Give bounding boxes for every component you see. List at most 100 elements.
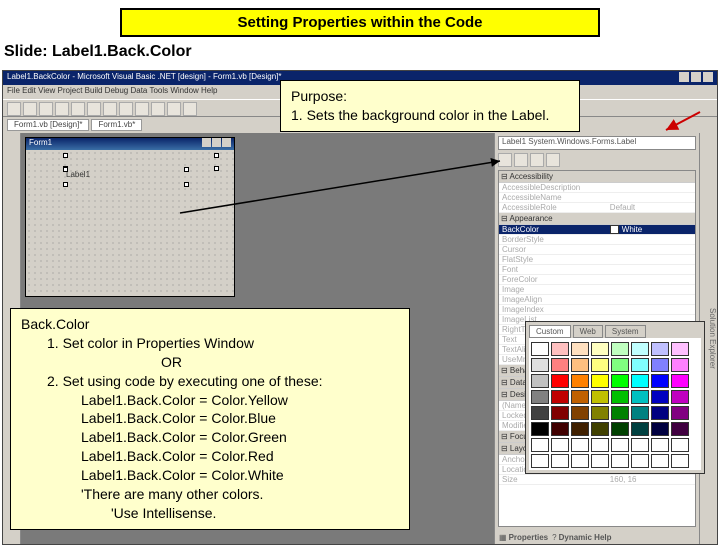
color-swatch[interactable] xyxy=(531,342,549,356)
color-swatch[interactable] xyxy=(531,438,549,452)
color-swatch[interactable] xyxy=(531,374,549,388)
property-row[interactable]: ImageIndex xyxy=(499,305,695,315)
color-swatch[interactable] xyxy=(671,358,689,372)
property-category[interactable]: ⊟ Accessibility xyxy=(499,171,695,183)
property-row[interactable]: Font xyxy=(499,265,695,275)
property-row[interactable]: BorderStyle xyxy=(499,235,695,245)
color-swatch[interactable] xyxy=(611,374,629,388)
purpose-callout: Purpose: 1. Sets the background color in… xyxy=(280,80,580,132)
color-swatch[interactable] xyxy=(591,454,609,468)
color-swatch[interactable] xyxy=(591,438,609,452)
color-swatch[interactable] xyxy=(671,422,689,436)
color-swatch[interactable] xyxy=(651,422,669,436)
properties-view-icons[interactable] xyxy=(495,153,699,170)
tab-design[interactable]: Form1.vb [Design]* xyxy=(7,119,89,131)
properties-object-selector[interactable]: Label1 System.Windows.Forms.Label xyxy=(498,136,696,150)
color-swatch[interactable] xyxy=(631,358,649,372)
color-swatch[interactable] xyxy=(591,342,609,356)
color-tab-web[interactable]: Web xyxy=(573,325,603,338)
color-swatch[interactable] xyxy=(531,358,549,372)
color-swatch[interactable] xyxy=(531,454,549,468)
property-row[interactable]: Size160, 16 xyxy=(499,475,695,485)
color-picker-dropdown[interactable]: Custom Web System xyxy=(525,321,705,474)
property-row[interactable]: AccessibleName xyxy=(499,193,695,203)
color-swatch[interactable] xyxy=(671,390,689,404)
color-swatch[interactable] xyxy=(611,406,629,420)
events-icon[interactable] xyxy=(546,153,560,167)
color-swatch[interactable] xyxy=(551,374,569,388)
color-swatch[interactable] xyxy=(551,342,569,356)
property-row[interactable]: BackColorWhite xyxy=(499,225,695,235)
color-swatch[interactable] xyxy=(611,342,629,356)
color-swatch[interactable] xyxy=(551,406,569,420)
color-swatch[interactable] xyxy=(651,342,669,356)
color-swatch[interactable] xyxy=(571,374,589,388)
property-category[interactable]: ⊟ Appearance xyxy=(499,213,695,225)
color-swatch[interactable] xyxy=(611,454,629,468)
color-swatch[interactable] xyxy=(551,454,569,468)
color-swatch[interactable] xyxy=(551,390,569,404)
tab-code[interactable]: Form1.vb* xyxy=(91,119,142,131)
color-swatch[interactable] xyxy=(531,390,549,404)
color-swatch[interactable] xyxy=(651,390,669,404)
color-swatch[interactable] xyxy=(571,454,589,468)
color-swatch[interactable] xyxy=(571,358,589,372)
color-swatch[interactable] xyxy=(531,406,549,420)
color-swatch[interactable] xyxy=(631,422,649,436)
color-swatch[interactable] xyxy=(671,342,689,356)
color-swatch[interactable] xyxy=(671,438,689,452)
color-swatch[interactable] xyxy=(631,390,649,404)
color-tab-custom[interactable]: Custom xyxy=(529,325,571,338)
code-line-1: Label1.Back.Color = Color.Blue xyxy=(81,409,399,428)
property-row[interactable]: Cursor xyxy=(499,245,695,255)
color-swatch[interactable] xyxy=(611,438,629,452)
color-swatch[interactable] xyxy=(551,422,569,436)
color-swatch[interactable] xyxy=(591,422,609,436)
color-swatch[interactable] xyxy=(631,374,649,388)
color-swatch[interactable] xyxy=(571,422,589,436)
color-swatch[interactable] xyxy=(651,454,669,468)
color-swatch-grid[interactable] xyxy=(529,338,701,470)
properties-tab[interactable]: ▦ Properties xyxy=(499,530,548,544)
color-swatch[interactable] xyxy=(591,390,609,404)
color-swatch[interactable] xyxy=(611,422,629,436)
color-swatch[interactable] xyxy=(651,358,669,372)
color-swatch[interactable] xyxy=(671,406,689,420)
alphabetical-icon[interactable] xyxy=(514,153,528,167)
property-row[interactable]: FlatStyle xyxy=(499,255,695,265)
color-swatch[interactable] xyxy=(571,406,589,420)
dynamic-help-tab[interactable]: ? Dynamic Help xyxy=(552,530,611,544)
color-swatch[interactable] xyxy=(591,358,609,372)
color-swatch[interactable] xyxy=(551,438,569,452)
property-row[interactable]: ImageAlign xyxy=(499,295,695,305)
categorized-icon[interactable] xyxy=(498,153,512,167)
color-swatch[interactable] xyxy=(631,342,649,356)
label-control[interactable]: Label1 xyxy=(66,170,186,184)
color-swatch[interactable] xyxy=(591,406,609,420)
color-swatch[interactable] xyxy=(551,358,569,372)
color-tab-system[interactable]: System xyxy=(605,325,646,338)
property-row[interactable]: AccessibleDescription xyxy=(499,183,695,193)
properties-icon[interactable] xyxy=(530,153,544,167)
color-swatch[interactable] xyxy=(631,438,649,452)
callout-title: Back.Color xyxy=(21,315,399,334)
color-swatch[interactable] xyxy=(531,422,549,436)
properties-footer-tabs[interactable]: ▦ Properties ? Dynamic Help xyxy=(495,530,699,544)
color-swatch[interactable] xyxy=(571,390,589,404)
property-row[interactable]: ForeColor xyxy=(499,275,695,285)
property-row[interactable]: Image xyxy=(499,285,695,295)
color-swatch[interactable] xyxy=(611,358,629,372)
property-row[interactable]: AccessibleRoleDefault xyxy=(499,203,695,213)
color-swatch[interactable] xyxy=(671,454,689,468)
color-swatch[interactable] xyxy=(651,438,669,452)
color-swatch[interactable] xyxy=(571,342,589,356)
form-designer[interactable]: Form1 Label1 xyxy=(25,137,235,297)
color-swatch[interactable] xyxy=(611,390,629,404)
color-swatch[interactable] xyxy=(651,406,669,420)
color-swatch[interactable] xyxy=(651,374,669,388)
color-swatch[interactable] xyxy=(571,438,589,452)
color-swatch[interactable] xyxy=(631,406,649,420)
color-swatch[interactable] xyxy=(671,374,689,388)
color-swatch[interactable] xyxy=(591,374,609,388)
color-swatch[interactable] xyxy=(631,454,649,468)
